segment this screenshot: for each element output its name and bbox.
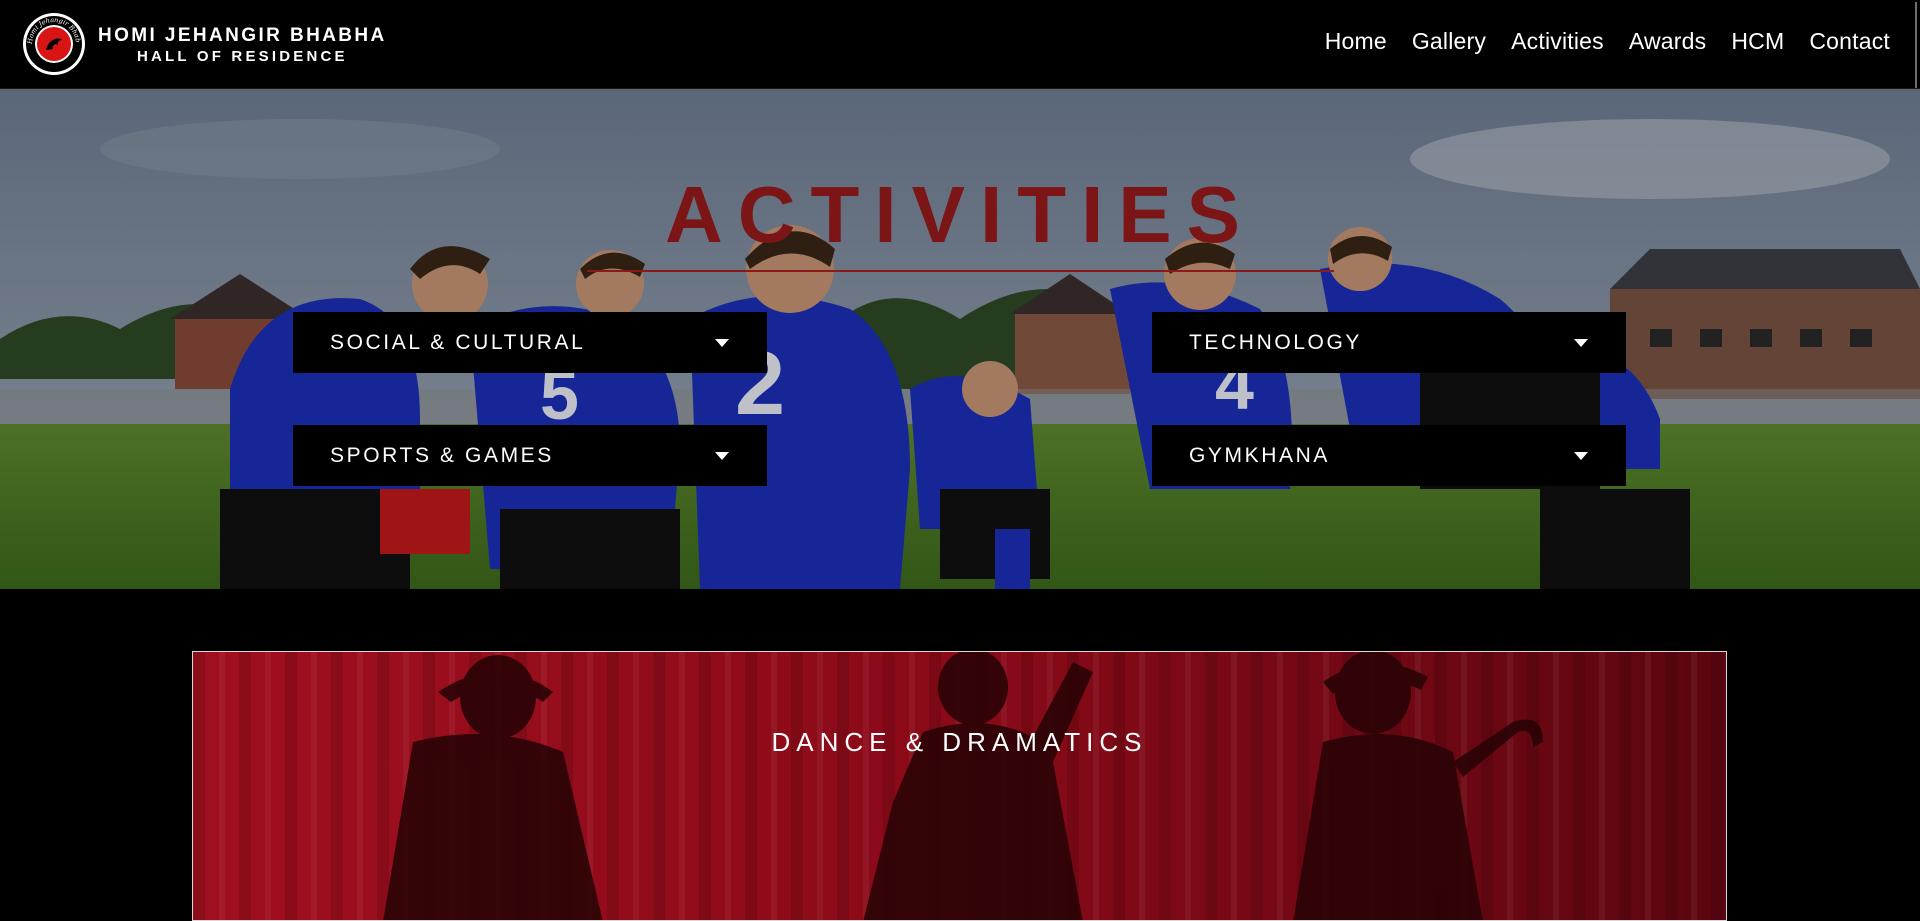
caret-down-icon: [1574, 339, 1588, 347]
dropdown-technology[interactable]: TECHNOLOGY: [1152, 312, 1626, 373]
caret-down-icon: [1574, 452, 1588, 460]
title-underline: [587, 270, 1334, 272]
caret-down-icon: [715, 452, 729, 460]
dropdown-label: GYMKHANA: [1189, 443, 1330, 467]
brand-title[interactable]: HOMI JEHANGIR BHABHA HALL OF RESIDENCE: [98, 26, 387, 64]
dropdown-label: SPORTS & GAMES: [330, 443, 554, 467]
dropdown-label: TECHNOLOGY: [1189, 330, 1363, 354]
nav-hcm[interactable]: HCM: [1731, 28, 1784, 55]
dropdown-sports-games[interactable]: SPORTS & GAMES: [293, 425, 767, 486]
nav-awards[interactable]: Awards: [1629, 28, 1706, 55]
scrollbar-thumb[interactable]: [1915, 2, 1917, 88]
main-nav: Home Gallery Activities Awards HCM Conta…: [1325, 28, 1890, 55]
nav-gallery[interactable]: Gallery: [1412, 28, 1486, 55]
dropdown-gymkhana[interactable]: GYMKHANA: [1152, 425, 1626, 486]
brand-line-1: HOMI JEHANGIR BHABHA: [98, 25, 387, 46]
hall-logo[interactable]: Homi Jehangir Bhabha Hall: [22, 12, 86, 76]
dropdown-social-cultural[interactable]: SOCIAL & CULTURAL: [293, 312, 767, 373]
section-title: DANCE & DRAMATICS: [771, 727, 1148, 757]
site-header: Homi Jehangir Bhabha Hall HOMI JEHANGIR …: [0, 0, 1920, 89]
stage-curtain-image: [193, 652, 1726, 920]
dropdown-label: SOCIAL & CULTURAL: [330, 330, 586, 354]
nav-activities[interactable]: Activities: [1511, 28, 1604, 55]
caret-down-icon: [715, 339, 729, 347]
section-card-dance-dramatics[interactable]: DANCE & DRAMATICS: [192, 651, 1727, 921]
page-title: ACTIVITIES: [664, 170, 1256, 259]
hero-banner: 5 2 4 ACTIVITIES SOCIAL & CULTURAL TECHN…: [0, 89, 1920, 589]
hero-background-image: 5 2 4: [0, 89, 1920, 589]
nav-home[interactable]: Home: [1325, 28, 1387, 55]
brand-line-2: HALL OF RESIDENCE: [136, 48, 348, 65]
nav-contact[interactable]: Contact: [1809, 28, 1890, 55]
